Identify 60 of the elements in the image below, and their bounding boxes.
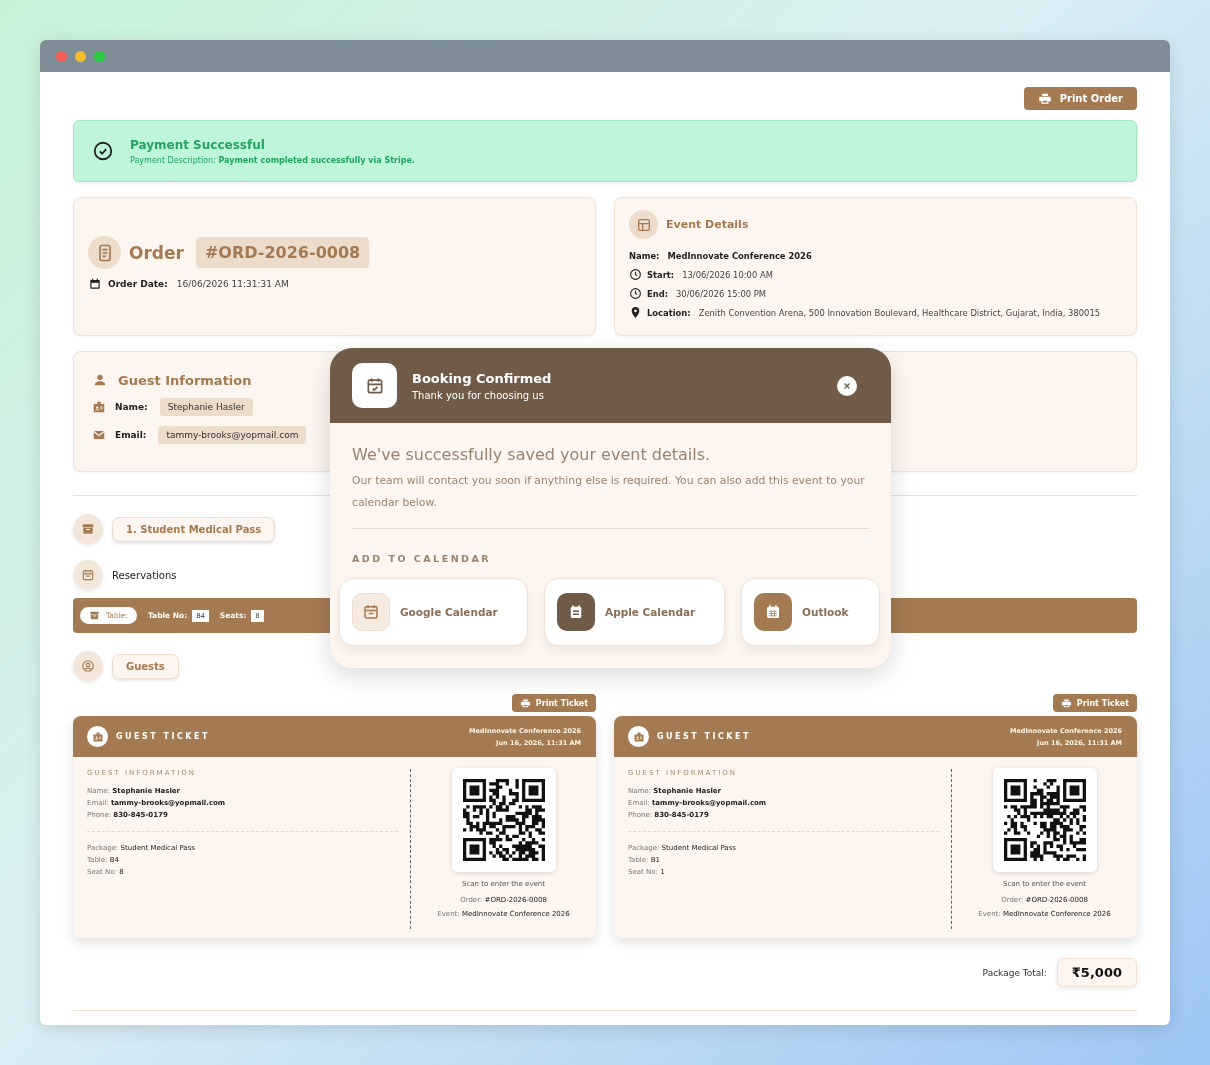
field-value: 30/06/2026 15:00 PM <box>676 288 767 299</box>
calendar-option-button[interactable]: Google Calendar <box>339 578 528 646</box>
check-circle-icon <box>92 140 114 162</box>
print-ticket-button[interactable]: Print Ticket <box>511 694 596 712</box>
field-label: Name: <box>629 250 660 261</box>
user-circle-icon <box>81 659 95 673</box>
printer-icon <box>1037 91 1052 106</box>
ticket-title: GUEST TICKET <box>116 732 210 741</box>
dialog-subtitle: Thank you for choosing us <box>412 389 545 401</box>
field-label: Location: <box>647 307 691 318</box>
field-label: End: <box>647 288 669 299</box>
print-order-button[interactable]: Print Order <box>1023 87 1137 110</box>
field-label: Email: <box>115 430 147 440</box>
field-value: Zenith Convention Arena, 500 Innovation Boulevard, Healthcare District, Gujarat, India, 380015 <box>698 307 1101 318</box>
calendar-option-button[interactable]: Outlook <box>741 578 880 646</box>
archive-box-icon <box>81 522 95 536</box>
maximize-dot[interactable] <box>94 50 105 62</box>
order-date-label: Order Date: <box>108 279 168 289</box>
field-label: Start: <box>647 269 675 280</box>
printer-icon <box>519 697 531 709</box>
table-icon <box>635 216 652 233</box>
envelope-icon <box>92 428 106 442</box>
calendar-icon <box>81 568 95 582</box>
id-badge-icon <box>92 400 106 414</box>
close-dot[interactable] <box>56 50 67 62</box>
dialog-title: Booking Confirmed <box>412 370 553 386</box>
calendar-icon <box>88 277 102 291</box>
field-value: Stephanie Hasler <box>159 398 253 416</box>
person-icon <box>92 372 108 388</box>
minimize-dot[interactable] <box>75 50 86 62</box>
clock-icon <box>629 287 642 300</box>
printer-icon <box>1060 697 1072 709</box>
guest-information-title: Guest Information <box>118 372 252 388</box>
alert-title: Payment Successful <box>130 137 266 152</box>
clock-icon <box>629 268 642 281</box>
order-label: Order <box>129 242 184 263</box>
archive-box-icon <box>89 610 100 621</box>
field-value: tammy-brooks@yopmail.com <box>158 426 307 444</box>
guests-button[interactable]: Guests <box>112 653 179 679</box>
calendar-grid-icon <box>764 603 782 621</box>
ticket-title: GUEST TICKET <box>657 732 751 741</box>
dialog-message: Our team will contact you soon if anything else is required. You can also add this event to your calendar below. <box>352 473 866 511</box>
alert-description: Payment Description: Payment completed successfully via Stripe. <box>130 155 415 165</box>
package-total-amount: ₹5,000 <box>1056 958 1137 987</box>
package-total-label: Package Total: <box>982 967 1047 978</box>
print-ticket-button[interactable]: Print Ticket <box>1052 694 1137 712</box>
calendar-option-button[interactable]: Apple Calendar <box>544 578 725 646</box>
order-number: #ORD-2026-0008 <box>195 237 370 268</box>
calendar-icon <box>362 603 380 621</box>
field-label: Name: <box>115 402 148 412</box>
event-details-title: Event Details <box>666 218 749 231</box>
dialog-heading: We've successfully saved your event details. <box>352 445 712 464</box>
close-button[interactable] <box>837 375 857 396</box>
package-button[interactable]: 1. Student Medical Pass <box>112 516 276 542</box>
location-pin-icon <box>629 306 642 319</box>
add-to-calendar-label: ADD TO CALENDAR <box>352 553 493 564</box>
field-value: 13/06/2026 10:00 AM <box>682 269 773 280</box>
reservations-title: Reservations <box>112 569 177 581</box>
order-date-value: 16/06/2026 11:31:31 AM <box>176 279 289 289</box>
field-value: MedInnovate Conference 2026 <box>667 250 812 261</box>
